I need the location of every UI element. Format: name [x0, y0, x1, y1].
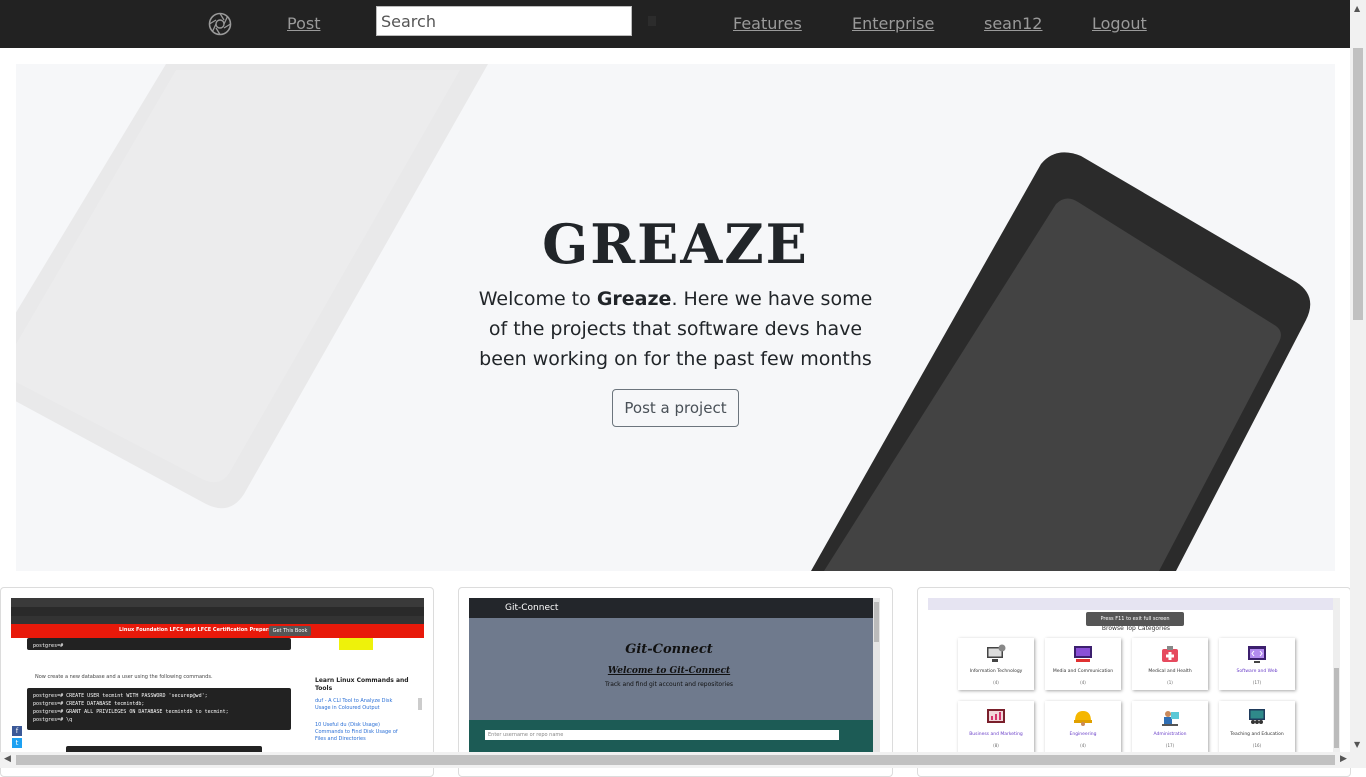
app-subtitle: Welcome to Git-Connect [607, 666, 731, 676]
article-text: Now create a new database and a user usi… [35, 674, 213, 680]
scroll-right-arrow-icon[interactable]: ▶ [1340, 754, 1347, 764]
hero-description: Welcome to Greaze. Here we have some of … [478, 288, 873, 370]
app-title: Git-Connect [625, 642, 713, 657]
nav-user-link[interactable]: sean12 [984, 14, 1042, 33]
category-tile: Software and Web (17) [1219, 638, 1295, 690]
nav-post-link[interactable]: Post [287, 14, 320, 33]
code-window-icon [1248, 646, 1266, 663]
top-navbar: Post Features Enterprise sean12 Logout [0, 0, 1350, 48]
app-description: Track and find git account and repositor… [604, 681, 734, 688]
category-tile: Engineering (4) [1045, 701, 1121, 753]
project-card[interactable]: Git-Connect Git-Connect Welcome to Git-C… [458, 587, 893, 777]
scroll-down-arrow-icon[interactable]: ▼ [1354, 740, 1360, 749]
scroll-up-arrow-icon[interactable]: ▲ [1354, 4, 1360, 13]
fullscreen-toast: Press F11 to exit full screen [1086, 612, 1184, 626]
twitter-icon: t [12, 738, 22, 748]
nav-logout-link[interactable]: Logout [1092, 14, 1147, 33]
category-tile: Medical and Health (1) [1132, 638, 1208, 690]
project-card[interactable]: Linux Foundation LFCS and LFCE Certifica… [0, 587, 434, 777]
category-tile: Media and Communication (4) [1045, 638, 1121, 690]
scroll-left-arrow-icon[interactable]: ◀ [4, 754, 11, 764]
post-project-button[interactable]: Post a project [612, 389, 739, 427]
project-card[interactable]: Browse Top Categories Press F11 to exit … [917, 587, 1351, 777]
hero-brand-name: Greaze [596, 288, 672, 310]
search-input[interactable] [376, 6, 632, 36]
hero-title: GREAZE [542, 212, 809, 276]
aperture-logo-icon[interactable] [208, 12, 232, 36]
nav-enterprise-link[interactable]: Enterprise [852, 14, 934, 33]
vertical-scroll-thumb[interactable] [1353, 48, 1363, 320]
teaching-board-icon [1249, 709, 1265, 724]
project-screenshot: Git-Connect Git-Connect Welcome to Git-C… [469, 598, 880, 768]
medical-bag-icon [1162, 646, 1178, 662]
category-tile: Business and Marketing (8) [958, 701, 1034, 753]
brand-label: Git-Connect [505, 603, 559, 613]
categories-heading: Browse Top Categories [1101, 625, 1171, 632]
app-search-field: Enter username or repo name [485, 730, 839, 740]
office-worker-icon [1162, 711, 1179, 726]
project-screenshot: Browse Top Categories Press F11 to exit … [928, 598, 1340, 768]
category-tile: Teaching and Education (16) [1219, 701, 1295, 753]
facebook-icon: f [12, 726, 22, 736]
ad-banner-button: Get This Book [269, 626, 311, 636]
hard-hat-icon [1074, 711, 1092, 726]
hero-section: GREAZE Welcome to Greaze. Here we have s… [16, 64, 1335, 571]
search-submit-icon[interactable] [648, 14, 660, 28]
computer-gear-icon [987, 644, 1006, 662]
media-screen-icon [1074, 646, 1092, 662]
chart-board-icon [987, 709, 1005, 723]
project-screenshot: Linux Foundation LFCS and LFCE Certifica… [11, 598, 424, 768]
category-tile: Administration (17) [1132, 701, 1208, 753]
horizontal-scroll-thumb[interactable] [16, 755, 1335, 765]
sidebar-title: Learn Linux Commands and Tools [315, 677, 409, 692]
nav-features-link[interactable]: Features [733, 14, 802, 33]
category-tile: Information Technology (4) [958, 638, 1034, 690]
